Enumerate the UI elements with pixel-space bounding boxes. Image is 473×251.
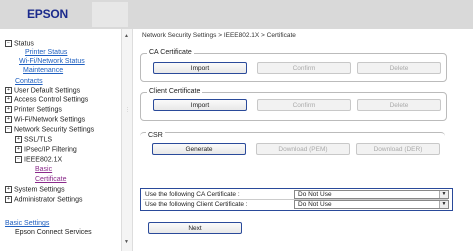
expand-icon[interactable]: + bbox=[5, 116, 12, 123]
epson-logo: EPSON bbox=[27, 7, 69, 21]
sidebar-item-basic[interactable]: Basic bbox=[35, 166, 52, 174]
ca-certificate-section: CA Certificate Import Confirm Delete bbox=[140, 49, 447, 82]
scroll-down-icon[interactable]: ▼ bbox=[124, 239, 129, 245]
collapse-icon[interactable]: − bbox=[5, 40, 12, 47]
csr-label: CSR bbox=[146, 132, 165, 139]
ca-import-button[interactable]: Import bbox=[153, 62, 247, 74]
client-certificate-label: Client Certificate bbox=[147, 88, 203, 95]
next-button[interactable]: Next bbox=[148, 222, 242, 234]
breadcrumb: Network Security Settings > IEEE802.1X >… bbox=[142, 32, 296, 39]
ca-certificate-label: CA Certificate bbox=[147, 49, 194, 56]
client-delete-button[interactable]: Delete bbox=[357, 99, 441, 111]
sidebar-item-system-settings[interactable]: + System Settings bbox=[5, 186, 65, 194]
scroll-up-icon[interactable]: ▲ bbox=[124, 33, 129, 39]
use-client-row: Use the following Client Certificate : D… bbox=[143, 200, 450, 210]
sidebar: − Status Printer Status Wi-Fi/Network Sta… bbox=[0, 29, 120, 251]
expand-icon[interactable]: + bbox=[5, 186, 12, 193]
sidebar-item-ssl-tls[interactable]: + SSL/TLS bbox=[15, 136, 52, 144]
use-client-label: Use the following Client Certificate : bbox=[145, 201, 248, 208]
client-certificate-section: Client Certificate Import Confirm Delete bbox=[140, 88, 447, 121]
use-client-value: Do Not Use bbox=[298, 201, 332, 208]
collapse-icon[interactable]: − bbox=[15, 156, 22, 163]
sidebar-item-network-security[interactable]: − Network Security Settings bbox=[5, 126, 94, 134]
sidebar-item-epson-connect[interactable]: Epson Connect Services bbox=[15, 229, 92, 237]
sidebar-item-contacts[interactable]: Contacts bbox=[15, 78, 43, 86]
csr-section: CSR Generate Download (PEM) Download (DE… bbox=[140, 132, 445, 160]
use-ca-label: Use the following CA Certificate : bbox=[145, 191, 240, 198]
download-pem-button[interactable]: Download (PEM) bbox=[256, 143, 350, 155]
use-ca-value: Do Not Use bbox=[298, 191, 332, 198]
sidebar-item-ieee[interactable]: − IEEE802.1X bbox=[15, 156, 62, 164]
dropdown-arrow-icon[interactable]: ▼ bbox=[439, 191, 448, 198]
expand-icon[interactable]: + bbox=[15, 136, 22, 143]
sidebar-item-wifi-status[interactable]: Wi-Fi/Network Status bbox=[19, 58, 85, 66]
sidebar-item-access-control[interactable]: + Access Control Settings bbox=[5, 96, 88, 104]
expand-icon[interactable]: + bbox=[15, 146, 22, 153]
sidebar-item-certificate[interactable]: Certificate bbox=[35, 176, 67, 184]
client-import-button[interactable]: Import bbox=[153, 99, 247, 111]
use-ca-select[interactable]: Do Not Use ▼ bbox=[294, 190, 449, 199]
sidebar-item-wifi-settings[interactable]: + Wi-Fi/Network Settings bbox=[5, 116, 85, 124]
sidebar-item-printer-settings[interactable]: + Printer Settings bbox=[5, 106, 62, 114]
sidebar-item-status[interactable]: − Status bbox=[5, 40, 34, 48]
download-der-button[interactable]: Download (DER) bbox=[356, 143, 440, 155]
expand-icon[interactable]: + bbox=[5, 196, 12, 203]
scroll-grip-icon[interactable]: ⋮ bbox=[125, 107, 130, 113]
main-panel: Network Security Settings > IEEE802.1X >… bbox=[132, 29, 473, 251]
sidebar-item-maintenance[interactable]: Maintenance bbox=[23, 67, 63, 75]
sidebar-item-printer-status[interactable]: Printer Status bbox=[25, 49, 67, 57]
certificate-selection-box: Use the following CA Certificate : Do No… bbox=[140, 188, 453, 211]
use-client-select[interactable]: Do Not Use ▼ bbox=[294, 200, 449, 209]
sidebar-item-ipsec[interactable]: + IPsec/IP Filtering bbox=[15, 146, 77, 154]
sidebar-item-basic-settings[interactable]: Basic Settings bbox=[5, 220, 49, 228]
dropdown-arrow-icon[interactable]: ▼ bbox=[439, 201, 448, 208]
sidebar-item-user-default[interactable]: + User Default Settings bbox=[5, 87, 80, 95]
header: EPSON bbox=[0, 0, 473, 29]
collapse-icon[interactable]: − bbox=[5, 126, 12, 133]
header-panel bbox=[92, 2, 128, 27]
expand-icon[interactable]: + bbox=[5, 106, 12, 113]
generate-button[interactable]: Generate bbox=[152, 143, 246, 155]
client-confirm-button[interactable]: Confirm bbox=[257, 99, 351, 111]
expand-icon[interactable]: + bbox=[5, 87, 12, 94]
ca-confirm-button[interactable]: Confirm bbox=[257, 62, 351, 74]
sidebar-item-admin-settings[interactable]: + Administrator Settings bbox=[5, 196, 82, 204]
expand-icon[interactable]: + bbox=[5, 96, 12, 103]
ca-delete-button[interactable]: Delete bbox=[357, 62, 441, 74]
